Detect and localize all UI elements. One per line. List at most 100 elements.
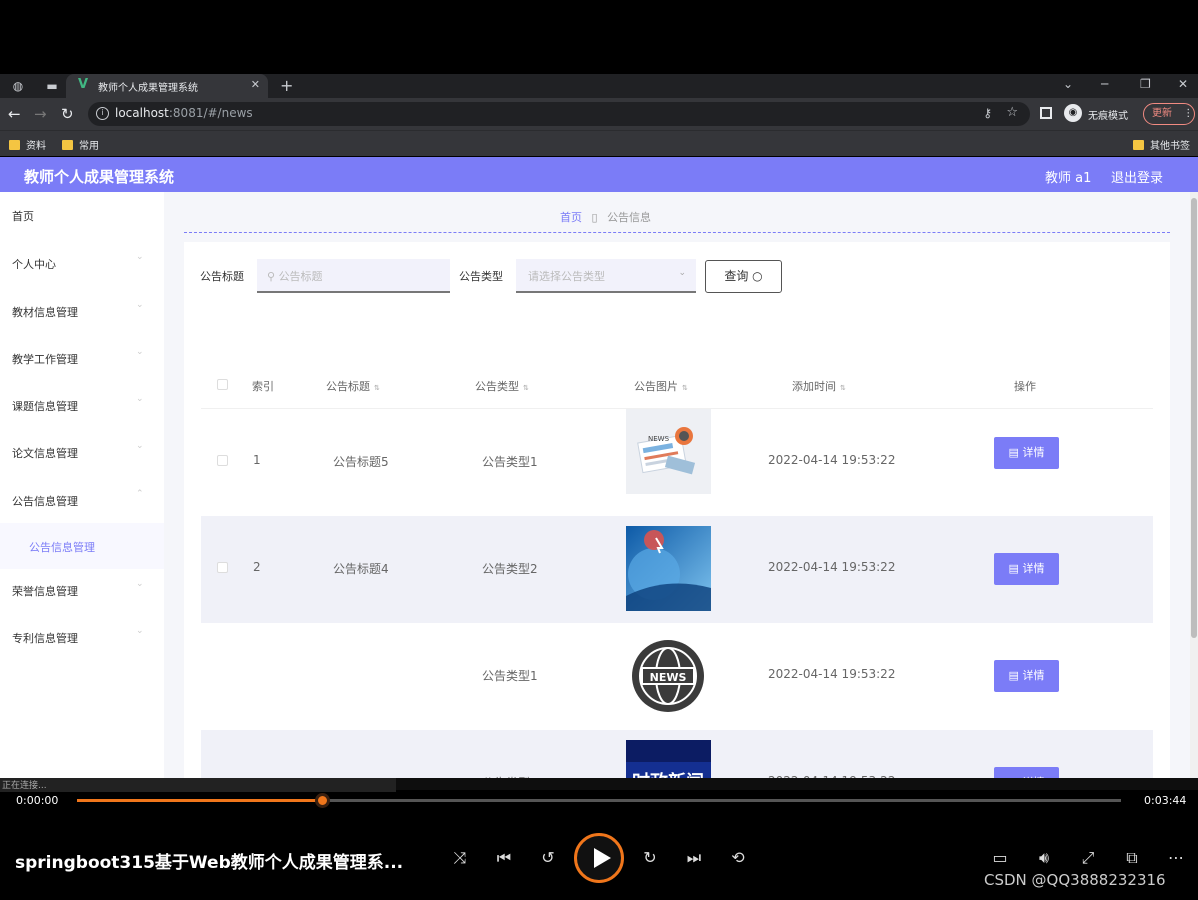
fullscreen-icon[interactable]: ⤢ bbox=[1078, 848, 1098, 868]
chevron-down-icon: ⌄ bbox=[136, 626, 144, 636]
header-time[interactable]: 添加时间 ⇅ bbox=[792, 378, 846, 394]
row-checkbox[interactable] bbox=[217, 455, 228, 466]
shuffle-icon[interactable]: ⤨ bbox=[450, 848, 470, 868]
sidebar-item-home[interactable]: 首页 bbox=[0, 192, 164, 238]
update-button[interactable]: 更新 ⋮ bbox=[1143, 103, 1195, 125]
row-time: 2022-04-14 19:53:22 bbox=[768, 667, 896, 681]
table-header: 索引 公告标题 ⇅ 公告类型 ⇅ 公告图片 ⇅ 添加时间 ⇅ 操作 bbox=[201, 359, 1153, 409]
maximize-icon[interactable]: ❐ bbox=[1140, 77, 1151, 91]
back-icon[interactable]: ← bbox=[8, 105, 21, 123]
search-icon: ○ bbox=[752, 269, 763, 283]
header-title[interactable]: 公告标题 ⇅ bbox=[326, 378, 380, 394]
volume-icon[interactable]: 🔊︎ bbox=[1034, 848, 1054, 868]
browser-menu-icon[interactable]: ◍ bbox=[10, 78, 26, 94]
type-select[interactable]: 请选择公告类型 ⌄ bbox=[516, 259, 696, 293]
detail-button[interactable]: ▤ 详情 bbox=[994, 660, 1059, 692]
document-icon: ▤ bbox=[1008, 446, 1019, 459]
bookmark-star-icon[interactable]: ☆ bbox=[1006, 105, 1018, 120]
site-info-icon[interactable]: i bbox=[96, 107, 109, 120]
minimize-icon[interactable]: ─ bbox=[1101, 77, 1108, 91]
sidebar-item-project[interactable]: 课题信息管理 ⌄ bbox=[0, 382, 164, 428]
header-type[interactable]: 公告类型 ⇅ bbox=[475, 378, 529, 394]
browser-tab-bar: ◍ ▬ V 教师个人成果管理系统 ✕ + ⌄ ─ ❐ ✕ bbox=[0, 74, 1198, 98]
progress-knob[interactable] bbox=[315, 793, 331, 808]
sort-icon[interactable]: ⇅ bbox=[682, 384, 688, 392]
bookmarks-bar: 资料 常用 其他书签 bbox=[0, 130, 1198, 156]
tab-close-icon[interactable]: ✕ bbox=[251, 78, 260, 91]
chevron-down-icon: ⌄ bbox=[678, 268, 686, 278]
logout-link[interactable]: 退出登录 bbox=[1111, 167, 1163, 186]
more-options-icon[interactable]: ⋯ bbox=[1166, 848, 1186, 867]
document-icon: ▤ bbox=[1008, 669, 1019, 682]
sort-icon[interactable]: ⇅ bbox=[523, 384, 529, 392]
url-text: localhost:8081/#/news bbox=[115, 106, 253, 120]
row-type: 公告类型2 bbox=[482, 562, 538, 576]
app-title: 教师个人成果管理系统 bbox=[24, 168, 175, 186]
row-checkbox[interactable] bbox=[217, 562, 228, 573]
detail-button[interactable]: ▤ 详情 bbox=[994, 553, 1059, 585]
chevron-down-icon: ⌄ bbox=[136, 441, 144, 451]
dashed-divider bbox=[184, 232, 1170, 233]
loading-status: 正在连接... bbox=[0, 778, 396, 792]
sidebar-subitem-notice-manage[interactable]: 公告信息管理 bbox=[0, 523, 164, 569]
detail-button[interactable]: ▤ 详情 bbox=[994, 437, 1059, 469]
side-panel-icon[interactable] bbox=[1040, 107, 1052, 119]
other-bookmarks[interactable]: 其他书签 bbox=[1133, 137, 1190, 152]
notice-image-globe[interactable] bbox=[626, 526, 711, 611]
app-viewport: 教师个人成果管理系统 教师 a1 退出登录 首页 个人中心 ⌄ 教材信息管理 ⌄ 教… bbox=[0, 157, 1198, 790]
bookmark-folder-1[interactable]: 资料 bbox=[9, 137, 46, 152]
pip-icon[interactable]: ⧉ bbox=[1122, 848, 1142, 868]
breadcrumb-separator-icon: ▯ bbox=[591, 211, 598, 224]
forward-icon[interactable]: → bbox=[34, 105, 47, 123]
sidebar-item-textbook[interactable]: 教材信息管理 ⌄ bbox=[0, 288, 164, 334]
browser-tab[interactable]: V 教师个人成果管理系统 ✕ bbox=[66, 74, 268, 98]
sort-icon[interactable]: ⇅ bbox=[840, 384, 846, 392]
sidebar-item-honor[interactable]: 荣誉信息管理 ⌄ bbox=[0, 567, 164, 613]
notice-image-news-globe[interactable]: NEWS bbox=[626, 634, 711, 719]
sidebar-item-teaching-work[interactable]: 教学工作管理 ⌄ bbox=[0, 335, 164, 381]
chevron-down-icon: ⌄ bbox=[136, 347, 144, 357]
current-time: 0:00:00 bbox=[16, 794, 59, 807]
forward-30-icon[interactable]: ↻ bbox=[640, 848, 660, 867]
header-index: 索引 bbox=[252, 380, 274, 393]
type-filter-label: 公告类型 bbox=[459, 270, 503, 283]
breadcrumb-home[interactable]: 首页 bbox=[560, 211, 582, 224]
sort-icon[interactable]: ⇅ bbox=[374, 384, 380, 392]
window-close-icon[interactable]: ✕ bbox=[1178, 77, 1188, 91]
sidebar-item-notice[interactable]: 公告信息管理 ⌃ bbox=[0, 477, 164, 523]
select-all-checkbox[interactable] bbox=[217, 379, 228, 390]
rewind-icon[interactable]: ↺ bbox=[538, 848, 558, 867]
vue-logo-icon: V bbox=[78, 77, 89, 92]
scrollbar-thumb[interactable] bbox=[1191, 198, 1197, 638]
row-index: 2 bbox=[253, 560, 261, 574]
title-search-input[interactable]: ⚲ 公告标题 bbox=[257, 259, 450, 293]
search-icon: ⚲ bbox=[267, 270, 276, 283]
repeat-icon[interactable]: ⟲ bbox=[728, 848, 748, 867]
sidebar-item-personal-center[interactable]: 个人中心 ⌄ bbox=[0, 240, 164, 286]
app-header: 教师个人成果管理系统 教师 a1 退出登录 bbox=[0, 157, 1198, 192]
chevron-up-icon: ⌃ bbox=[136, 489, 144, 499]
url-field[interactable]: i localhost:8081/#/news ⚷ ☆ bbox=[88, 102, 1030, 126]
sidebar-item-patent[interactable]: 专利信息管理 ⌄ bbox=[0, 614, 164, 660]
kebab-menu-icon[interactable]: ⋮ bbox=[1183, 108, 1193, 119]
tab-search-icon[interactable]: ▬ bbox=[44, 78, 60, 94]
new-tab-icon[interactable]: + bbox=[280, 76, 293, 95]
subtitles-icon[interactable]: ▭ bbox=[990, 848, 1010, 867]
play-button[interactable] bbox=[574, 833, 624, 883]
notice-image-newspaper[interactable]: NEWS bbox=[626, 409, 711, 494]
current-user: 教师 a1 bbox=[1045, 171, 1092, 186]
video-player-controls: 正在连接... 0:00:00 0:03:44 springboot315基于W… bbox=[0, 778, 1198, 900]
previous-icon[interactable]: ⏮ bbox=[494, 848, 514, 868]
sidebar-item-paper[interactable]: 论文信息管理 ⌄ bbox=[0, 429, 164, 475]
reload-icon[interactable]: ↻ bbox=[61, 105, 74, 123]
bookmark-folder-2[interactable]: 常用 bbox=[62, 137, 99, 152]
main-content: 首页 ▯ 公告信息 公告标题 ⚲ 公告标题 公告类型 请选择公告类型 ⌄ 查询 … bbox=[164, 192, 1190, 790]
page-scrollbar[interactable] bbox=[1190, 192, 1198, 790]
next-icon[interactable]: ⏭ bbox=[684, 848, 704, 868]
password-key-icon[interactable]: ⚷ bbox=[983, 106, 992, 120]
breadcrumb: 首页 ▯ 公告信息 bbox=[560, 209, 651, 225]
header-image[interactable]: 公告图片 ⇅ bbox=[634, 378, 688, 394]
tab-list-chevron-icon[interactable]: ⌄ bbox=[1063, 77, 1073, 91]
progress-bar[interactable] bbox=[77, 793, 1121, 808]
query-button[interactable]: 查询 ○ bbox=[705, 260, 782, 293]
